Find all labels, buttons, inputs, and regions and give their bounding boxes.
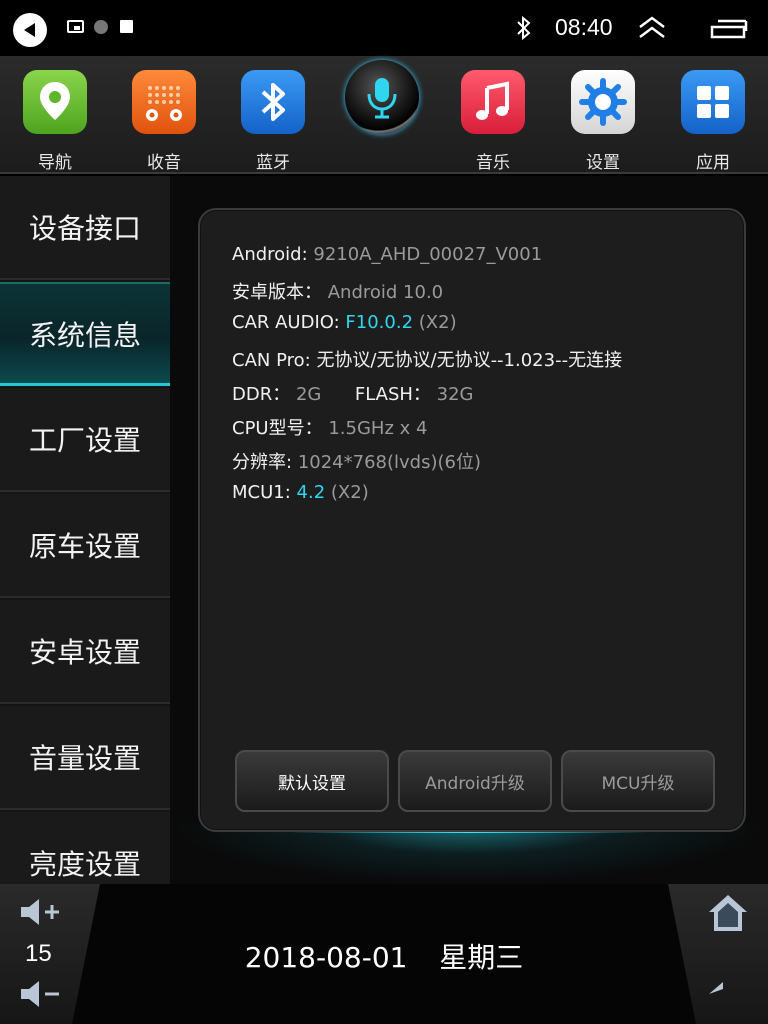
app-apps[interactable]: 应用 (658, 70, 768, 174)
back-button[interactable] (13, 13, 47, 47)
date: 2018-08-01 (244, 941, 408, 974)
android-upgrade-button[interactable]: Android升级 (398, 750, 552, 812)
info-value: 2G (295, 384, 322, 405)
info-row-android: Android: 9210A_AHD_00027_V001 (232, 244, 542, 265)
info-value: 无协议/无协议/无协议--1.023--无连接 (316, 350, 623, 371)
bottom-bar: 15 2018-08-01 星期三 (0, 884, 768, 1024)
sidebar-item-factory-settings[interactable]: 工厂设置 (0, 388, 170, 492)
sidebar-item-label: 系统信息 (28, 318, 141, 352)
app-radio[interactable]: 收音 (109, 70, 219, 174)
settings-sidebar: 设备接口 系统信息 工厂设置 原车设置 安卓设置 音量设置 亮度设置 (0, 176, 170, 884)
info-suffix: (X2) (330, 482, 369, 503)
info-value: Android 10.0 (327, 282, 444, 303)
info-label: FLASH： (354, 384, 431, 405)
app-bluetooth[interactable]: 蓝牙 (218, 70, 328, 174)
info-row-memory: DDR： 2G FLASH： 32G (232, 380, 474, 406)
recent-apps-icon[interactable] (710, 18, 748, 40)
system-info-content: Android: 9210A_AHD_00027_V001 安卓版本： Andr… (170, 176, 768, 884)
clock: 08:40 (555, 14, 613, 40)
apps-grid-icon (681, 70, 745, 134)
app-label: 应用 (696, 153, 730, 173)
sidebar-item-system-info[interactable]: 系统信息 (0, 282, 170, 386)
app-label: 导航 (38, 153, 72, 173)
voice-assistant-button[interactable] (345, 60, 419, 134)
bluetooth-icon (517, 15, 531, 41)
panel-glow (170, 824, 768, 884)
info-label: Android: (232, 244, 308, 265)
info-label: 安卓版本： (232, 282, 322, 303)
mcu-upgrade-button[interactable]: MCU升级 (561, 750, 715, 812)
stop-square-icon (120, 20, 133, 33)
date-display: 2018-08-01 星期三 (0, 936, 768, 976)
info-row-resolution: 分辨率: 1024*768(lvds)(6位) (232, 448, 481, 474)
record-dot-icon (94, 20, 108, 34)
sidebar-item-label: 原车设置 (28, 530, 141, 563)
app-dock: 导航 收音 蓝牙 音乐 设置 应用 (0, 56, 768, 174)
info-label: DDR： (232, 384, 291, 405)
app-label: 音乐 (476, 153, 510, 173)
volume-down-icon[interactable] (18, 978, 64, 1010)
info-value: 4.2 (296, 482, 326, 503)
info-label: CAR AUDIO: (232, 312, 340, 333)
weekday: 星期三 (439, 941, 524, 974)
status-bar: 08:40 (0, 0, 768, 56)
info-label: 分辨率: (232, 452, 293, 473)
info-row-can-pro: CAN Pro: 无协议/无协议/无协议--1.023--无连接 (232, 346, 622, 372)
app-label: 收音 (147, 153, 181, 173)
home-icon[interactable] (706, 892, 750, 934)
sidebar-item-device-interface[interactable]: 设备接口 (0, 176, 170, 280)
app-settings[interactable]: 设置 (548, 70, 658, 174)
info-value: F10.0.2 (345, 312, 414, 333)
back-arrow-icon[interactable] (706, 978, 750, 1012)
default-settings-button[interactable]: 默认设置 (235, 750, 389, 812)
info-value: 9210A_AHD_00027_V001 (313, 244, 543, 265)
info-value: 32G (436, 384, 474, 405)
sidebar-item-label: 亮度设置 (28, 848, 141, 881)
info-row-car-audio: CAR AUDIO: F10.0.2 (X2) (232, 312, 457, 333)
system-info-panel: Android: 9210A_AHD_00027_V001 安卓版本： Andr… (198, 208, 746, 832)
sidebar-item-original-car-settings[interactable]: 原车设置 (0, 494, 170, 598)
app-label: 设置 (586, 153, 620, 173)
sidebar-item-volume-settings[interactable]: 音量设置 (0, 706, 170, 810)
info-label: CPU型号： (232, 418, 323, 439)
app-music[interactable]: 音乐 (438, 70, 548, 174)
sidebar-item-label: 安卓设置 (28, 636, 141, 669)
info-row-cpu: CPU型号： 1.5GHz x 4 (232, 414, 427, 440)
back-icon (24, 23, 35, 37)
radio-icon (132, 70, 196, 134)
info-value: 1.5GHz x 4 (328, 418, 428, 439)
info-suffix: (X2) (418, 312, 457, 333)
info-value: 1024*768(lvds)(6位) (297, 452, 481, 473)
info-row-mcu: MCU1: 4.2 (X2) (232, 482, 369, 503)
map-pin-icon (23, 70, 87, 134)
sidebar-item-label: 设备接口 (28, 212, 141, 245)
gear-icon (571, 70, 635, 134)
sidebar-item-android-settings[interactable]: 安卓设置 (0, 600, 170, 704)
sidebar-item-brightness-settings[interactable]: 亮度设置 (0, 812, 170, 884)
info-label: MCU1: (232, 482, 291, 503)
microphone-icon (367, 78, 397, 119)
sidebar-item-label: 音量设置 (28, 742, 141, 775)
volume-up-icon[interactable] (18, 896, 64, 928)
cast-icon (67, 20, 84, 33)
info-label: CAN Pro: (232, 350, 311, 371)
info-row-android-version: 安卓版本： Android 10.0 (232, 278, 443, 304)
expand-up-icon[interactable] (638, 16, 666, 40)
music-note-icon (461, 70, 525, 134)
app-label: 蓝牙 (256, 153, 290, 173)
sidebar-item-label: 工厂设置 (28, 424, 141, 457)
bluetooth-icon (241, 70, 305, 134)
app-navigation[interactable]: 导航 (0, 70, 110, 174)
